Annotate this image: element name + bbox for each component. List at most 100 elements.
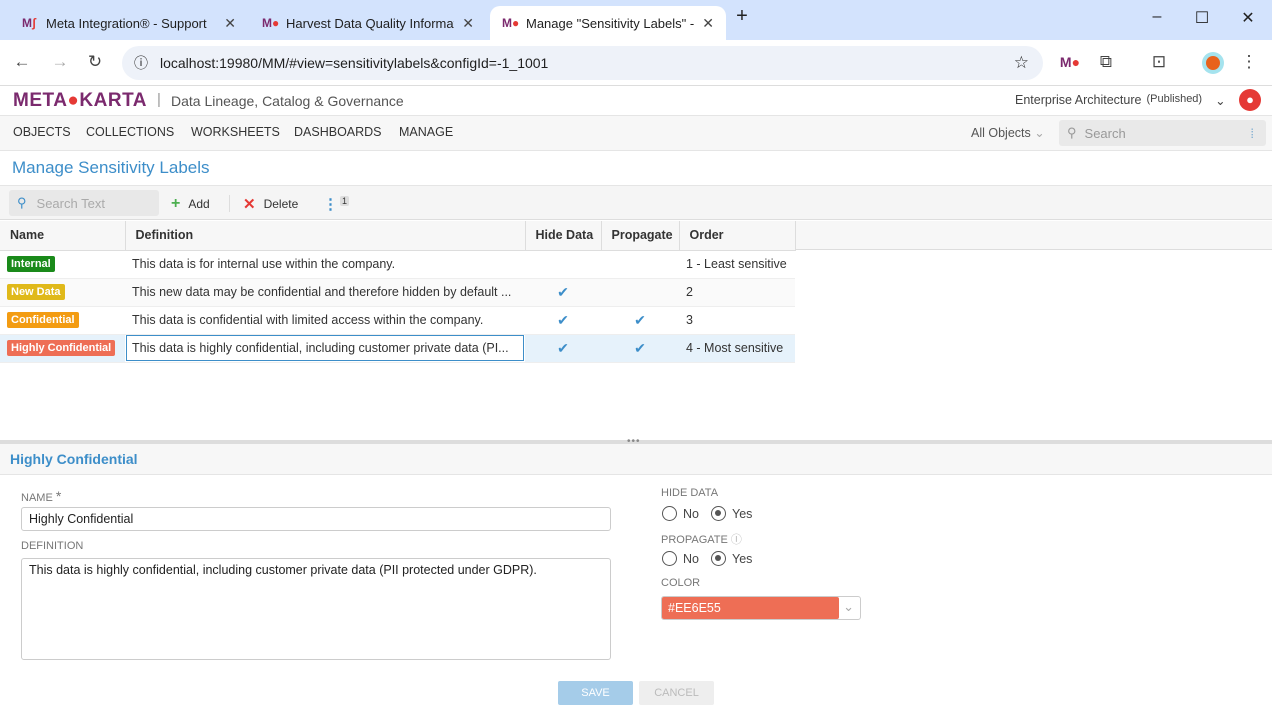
detail-title: Highly Confidential: [10, 451, 138, 467]
propagate-cell: [601, 250, 679, 278]
browser-tab-active[interactable]: M●Manage "Sensitivity Labels" - D✕: [490, 6, 726, 40]
site-info-icon[interactable]: ⓘ: [134, 53, 148, 73]
delete-button[interactable]: ✕Delete: [243, 195, 298, 213]
column-header-order[interactable]: Order: [679, 221, 795, 250]
metakarta-extension-icon[interactable]: M●: [1058, 54, 1082, 70]
app-header: META●KARTA | Data Lineage, Catalog & Gov…: [0, 86, 1272, 116]
detail-header: Highly Confidential: [0, 444, 1272, 475]
hide-data-no-radio[interactable]: No: [662, 506, 699, 521]
propagate-no-radio[interactable]: No: [662, 551, 699, 566]
reload-icon[interactable]: ↻: [83, 52, 107, 72]
check-icon: ✔: [557, 284, 569, 300]
metakarta-favicon-icon: M●: [262, 15, 278, 31]
add-button[interactable]: +Add: [171, 195, 210, 213]
name-cell: New Data: [0, 278, 125, 306]
hide-data-cell: ✔: [525, 306, 601, 334]
metakarta-favicon-icon: M●: [502, 15, 518, 31]
search-options-icon[interactable]: ⁞: [1250, 126, 1254, 141]
table-row[interactable]: New Data This new data may be confidenti…: [0, 278, 795, 306]
propagate-yes-radio[interactable]: Yes: [711, 551, 752, 566]
propagate-cell: ✔: [601, 306, 679, 334]
close-tab-icon[interactable]: ✕: [224, 15, 236, 32]
browser-tab[interactable]: MʃMeta Integration® - Support✕: [10, 6, 248, 40]
address-bar-row: ← → ↻ ⓘlocalhost:19980/MM/#view=sensitiv…: [0, 40, 1272, 86]
name-cell: Internal: [0, 250, 125, 278]
search-icon: ⚲: [1067, 125, 1077, 141]
column-header-definition[interactable]: Definition: [125, 221, 525, 250]
divider: |: [157, 91, 161, 108]
scope-dropdown[interactable]: All Objects ⌄: [971, 125, 1045, 140]
order-cell: 3: [679, 306, 795, 334]
color-picker[interactable]: #EE6E55 ⌄: [661, 596, 861, 620]
hide-data-yes-radio[interactable]: Yes: [711, 506, 752, 521]
nav-dashboards[interactable]: DASHBOARDS: [294, 125, 382, 139]
close-tab-icon[interactable]: ✕: [462, 15, 474, 32]
nav-collections[interactable]: COLLECTIONS: [86, 125, 174, 139]
table-row[interactable]: Internal This data is for internal use w…: [0, 250, 795, 278]
definition-cell[interactable]: This data is confidential with limited a…: [125, 306, 525, 334]
plus-icon: +: [171, 195, 180, 213]
new-tab-icon[interactable]: +: [727, 5, 757, 28]
minimize-icon[interactable]: –: [1142, 8, 1172, 26]
browser-tab[interactable]: M●Harvest Data Quality Informatio✕: [250, 6, 486, 40]
page-title: Manage Sensitivity Labels: [12, 158, 210, 178]
close-tab-icon[interactable]: ✕: [702, 15, 714, 32]
nav-worksheets[interactable]: WORKSHEETS: [191, 125, 280, 139]
definition-textarea[interactable]: This data is highly confidential, includ…: [21, 558, 611, 660]
propagate-cell: ✔: [601, 334, 679, 362]
definition-cell[interactable]: This new data may be confidential and th…: [125, 278, 525, 306]
order-cell: 4 - Most sensitive: [679, 334, 795, 362]
definition-cell[interactable]: This data is highly confidential, includ…: [125, 334, 525, 362]
column-header-name[interactable]: Name: [0, 221, 125, 250]
table-row[interactable]: Highly Confidential This data is highly …: [0, 334, 795, 362]
tab-search-icon[interactable]: ⊡: [1147, 52, 1171, 72]
name-field[interactable]: Highly Confidential: [21, 507, 611, 531]
more-actions-button[interactable]: ⋮1: [323, 195, 349, 213]
back-icon[interactable]: ←: [10, 52, 34, 72]
url-field[interactable]: ⓘlocalhost:19980/MM/#view=sensitivitylab…: [122, 46, 1043, 80]
sensitivity-labels-table: Name Definition Hide Data Propagate Orde…: [0, 221, 796, 363]
hide-data-cell: ✔: [525, 278, 601, 306]
order-cell: 1 - Least sensitive: [679, 250, 795, 278]
close-window-icon[interactable]: ✕: [1233, 8, 1263, 28]
nav-manage[interactable]: MANAGE: [399, 125, 453, 139]
configuration-selector[interactable]: Enterprise Architecture(Published)⌄: [1015, 93, 1226, 108]
profile-avatar[interactable]: [1202, 52, 1224, 74]
cancel-button[interactable]: CANCEL: [639, 681, 714, 705]
check-icon: ✔: [557, 340, 569, 356]
color-swatch: #EE6E55: [662, 597, 839, 619]
chevron-down-icon: ⌄: [1215, 93, 1225, 108]
table-header-filler: [795, 221, 1272, 250]
browser-menu-icon[interactable]: ⋮: [1237, 52, 1261, 72]
name-cell: Highly Confidential: [0, 334, 125, 362]
extensions-icon[interactable]: ⧉: [1094, 52, 1118, 72]
hide-data-cell: [525, 250, 601, 278]
hide-data-label: HIDE DATA: [661, 487, 718, 499]
check-icon: ✔: [557, 312, 569, 328]
nav-objects[interactable]: OBJECTS: [13, 125, 71, 139]
maximize-icon[interactable]: ☐: [1187, 8, 1217, 28]
global-search-input[interactable]: ⚲Search⁞: [1059, 120, 1266, 146]
label-badge: Internal: [7, 256, 55, 272]
column-header-hide-data[interactable]: Hide Data: [525, 221, 601, 250]
more-vertical-icon: ⋮: [323, 195, 338, 213]
color-label: COLOR: [661, 577, 700, 589]
info-icon[interactable]: ⓘ: [731, 534, 742, 546]
divider: [229, 195, 230, 212]
name-cell: Confidential: [0, 306, 125, 334]
save-button[interactable]: SAVE: [558, 681, 633, 705]
table-row[interactable]: Confidential This data is confidential w…: [0, 306, 795, 334]
user-icon[interactable]: ●: [1239, 89, 1261, 111]
definition-cell[interactable]: This data is for internal use within the…: [125, 250, 525, 278]
label-badge: New Data: [7, 284, 65, 300]
metakarta-logo[interactable]: META●KARTA: [13, 90, 147, 112]
app-subtitle: Data Lineage, Catalog & Governance: [171, 93, 404, 109]
name-label: NAME *: [21, 488, 61, 504]
browser-tab-strip: MʃMeta Integration® - Support✕ M●Harvest…: [0, 0, 1272, 40]
bookmark-star-icon[interactable]: ☆: [1014, 53, 1029, 73]
label-badge: Highly Confidential: [7, 340, 115, 356]
propagate-cell: [601, 278, 679, 306]
search-text-input[interactable]: ⚲Search Text: [9, 190, 159, 216]
forward-icon[interactable]: →: [48, 52, 72, 72]
column-header-propagate[interactable]: Propagate: [601, 221, 679, 250]
